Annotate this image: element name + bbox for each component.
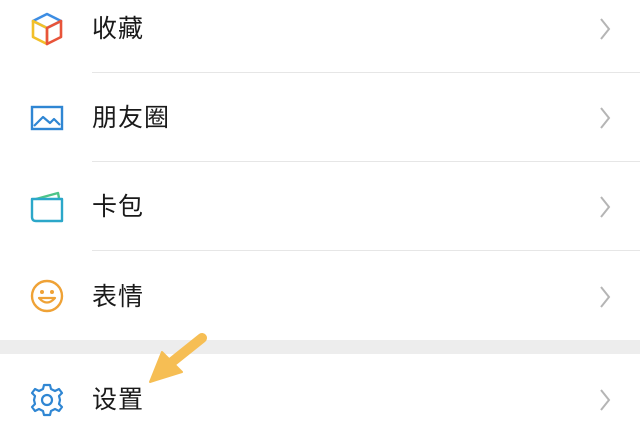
- menu-item-label: 卡包: [92, 192, 145, 221]
- menu-item-label: 朋友圈: [92, 103, 171, 132]
- smiley-face-icon: [28, 277, 66, 315]
- chevron-right-icon: [596, 385, 614, 415]
- menu-item-label: 表情: [92, 282, 145, 311]
- section-separator: [0, 340, 640, 354]
- menu-item-settings[interactable]: 设置: [0, 354, 640, 427]
- menu-item-favorites[interactable]: 收藏: [0, 0, 640, 72]
- gear-icon: [28, 381, 66, 419]
- menu-item-card-wallet[interactable]: 卡包: [0, 162, 640, 250]
- me-menu-screen: 收藏 朋友圈 卡包 表情 设置: [0, 0, 640, 427]
- chevron-right-icon: [596, 192, 614, 222]
- chevron-right-icon: [596, 103, 614, 133]
- chevron-right-icon: [596, 14, 614, 44]
- favorites-cube-icon: [28, 10, 66, 48]
- menu-item-label: 设置: [92, 385, 145, 414]
- chevron-right-icon: [596, 282, 614, 312]
- menu-item-label: 收藏: [92, 14, 145, 43]
- pointing-arrow-icon: [146, 332, 210, 388]
- card-wallet-icon: [28, 188, 66, 226]
- moments-picture-icon: [28, 99, 66, 137]
- menu-item-stickers[interactable]: 表情: [0, 251, 640, 340]
- menu-item-moments[interactable]: 朋友圈: [0, 73, 640, 161]
